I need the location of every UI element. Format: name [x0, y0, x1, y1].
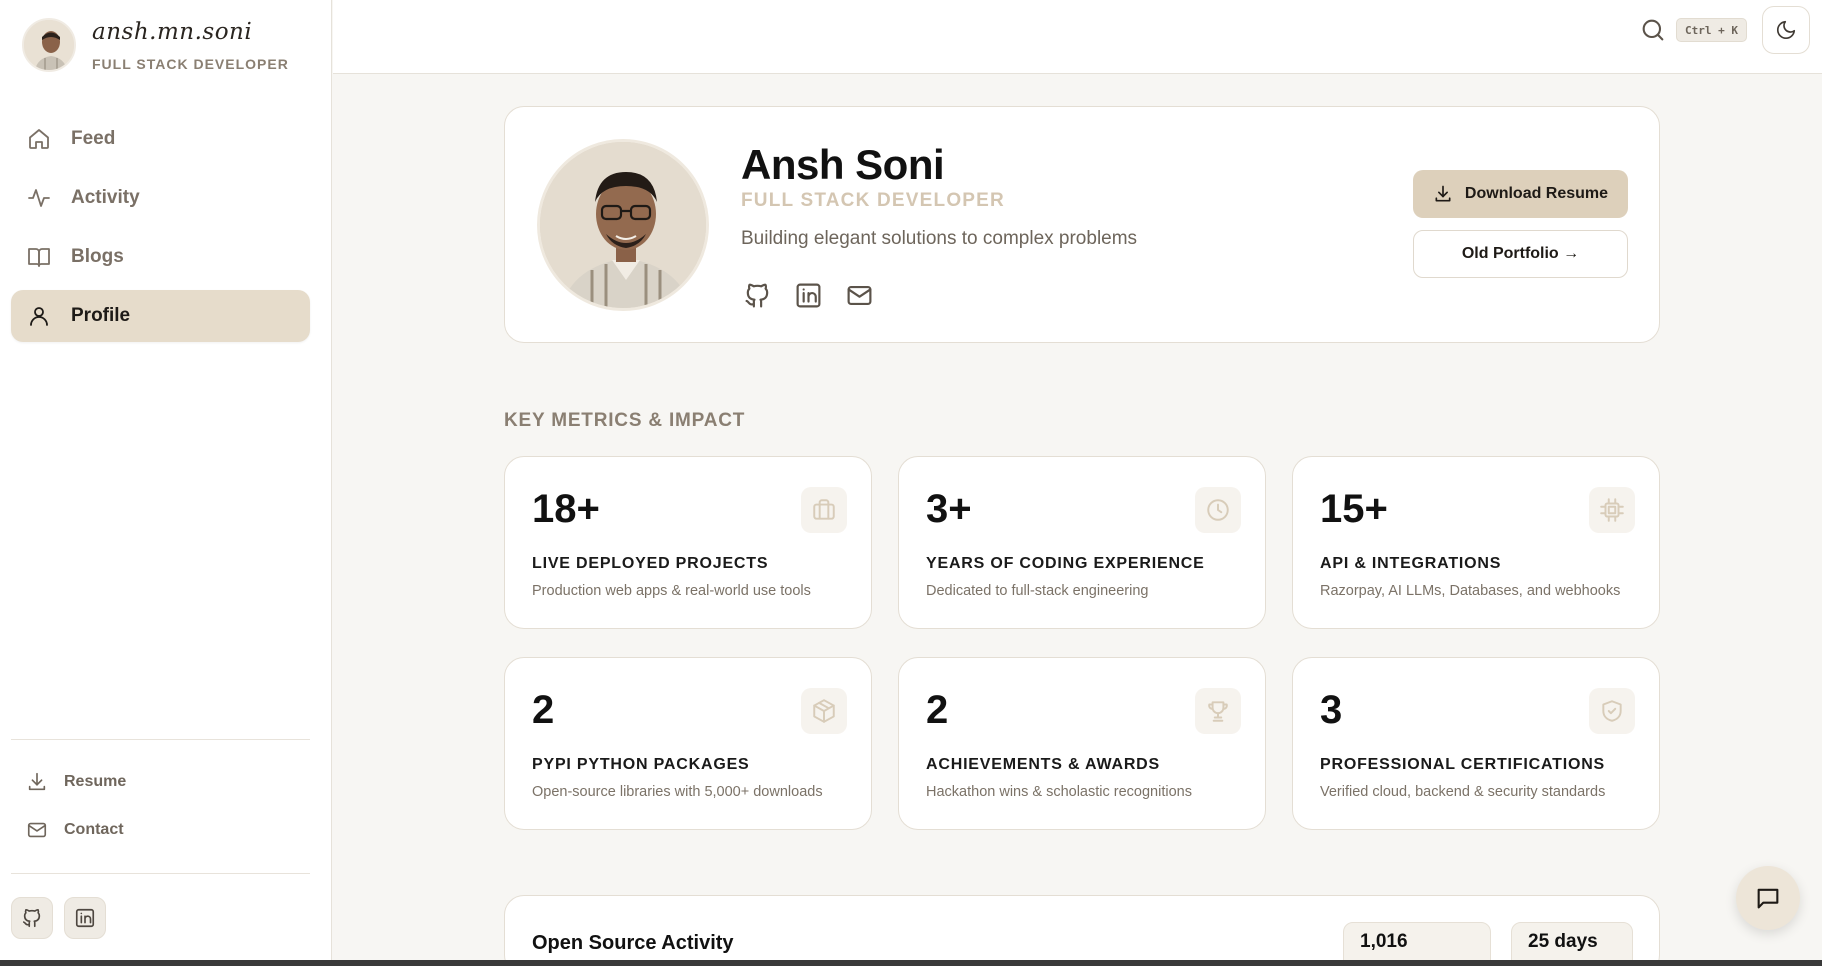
chip-icon — [1589, 487, 1635, 533]
metric-card: 15+ API & INTEGRATIONS Razorpay, AI LLMs… — [1292, 456, 1660, 629]
profile-card: Ansh Soni FULL STACK DEVELOPER Building … — [504, 106, 1660, 343]
linkedin-icon — [75, 908, 95, 928]
linkedin-icon[interactable] — [794, 281, 823, 310]
theme-toggle-button[interactable] — [1762, 6, 1810, 54]
mail-icon[interactable] — [845, 281, 874, 310]
metric-value: 15+ — [1320, 487, 1388, 531]
metric-title: PROFESSIONAL CERTIFICATIONS — [1320, 756, 1606, 773]
profile-role: FULL STACK DEVELOPER — [741, 190, 1005, 211]
profile-name: Ansh Soni — [741, 141, 945, 188]
divider — [11, 739, 310, 740]
metric-title: LIVE DEPLOYED PROJECTS — [532, 555, 769, 572]
metric-value: 3 — [1320, 688, 1343, 732]
resume-link[interactable]: Resume — [26, 771, 306, 793]
book-icon — [28, 248, 50, 267]
metric-description: Verified cloud, backend & security stand… — [1320, 784, 1606, 800]
moon-icon — [1776, 20, 1796, 40]
trophy-icon — [1195, 688, 1241, 734]
download-resume-button[interactable]: Download Resume — [1413, 170, 1628, 218]
linkedin-button[interactable] — [64, 897, 106, 939]
metrics-section-title: KEY METRICS & IMPACT — [504, 410, 746, 431]
download-icon — [28, 772, 46, 791]
package-icon — [801, 688, 847, 734]
download-icon — [1435, 185, 1451, 202]
user-icon — [30, 307, 48, 326]
open-source-card: Open Source Activity 1,016 25 days — [504, 895, 1660, 966]
sidebar-social — [11, 897, 106, 939]
divider — [11, 873, 310, 874]
metric-description: Razorpay, AI LLMs, Databases, and webhoo… — [1320, 583, 1621, 599]
sidebar: ansh.mn.soni FULL STACK DEVELOPER Feed A… — [0, 0, 332, 960]
clock-icon — [1195, 487, 1241, 533]
github-button[interactable] — [11, 897, 53, 939]
mail-icon — [27, 822, 47, 838]
window-bottom-edge — [0, 960, 1822, 966]
metric-title: API & INTEGRATIONS — [1320, 555, 1502, 572]
metric-title: PYPI PYTHON PACKAGES — [532, 756, 750, 773]
activity-icon — [28, 189, 50, 207]
metric-description: Open-source libraries with 5,000+ downlo… — [532, 784, 823, 800]
open-source-title: Open Source Activity — [532, 932, 734, 954]
metric-description: Hackathon wins & scholastic recognitions — [926, 784, 1192, 800]
resume-label: Resume — [64, 773, 127, 790]
avatar — [22, 18, 76, 72]
sidebar-item-label: Feed — [71, 128, 116, 149]
metric-value: 2 — [926, 688, 949, 732]
sidebar-item-feed[interactable]: Feed — [11, 113, 310, 165]
download-resume-label: Download Resume — [1464, 185, 1609, 202]
profile-socials — [743, 281, 874, 310]
metric-value: 18+ — [532, 487, 600, 531]
metric-value: 3+ — [926, 487, 972, 531]
sidebar-item-label: Activity — [71, 187, 140, 208]
contact-label: Contact — [64, 821, 124, 838]
search-shortcut: Ctrl + K — [1676, 18, 1747, 42]
old-portfolio-label: Old Portfolio → — [1461, 245, 1580, 262]
search-icon[interactable] — [1639, 16, 1667, 44]
metric-card: 18+ LIVE DEPLOYED PROJECTS Production we… — [504, 456, 872, 629]
github-icon[interactable] — [743, 281, 772, 310]
github-icon — [22, 908, 41, 928]
metric-title: ACHIEVEMENTS & AWARDS — [926, 756, 1161, 773]
metric-card: 3+ YEARS OF CODING EXPERIENCE Dedicated … — [898, 456, 1266, 629]
briefcase-icon — [801, 487, 847, 533]
contact-link[interactable]: Contact — [26, 819, 306, 841]
sidebar-item-label: Blogs — [71, 246, 124, 267]
metric-description: Production web apps & real-world use too… — [532, 583, 811, 599]
sidebar-item-blogs[interactable]: Blogs — [11, 231, 310, 283]
shield-check-icon — [1589, 688, 1635, 734]
profile-photo — [537, 139, 709, 311]
chat-button[interactable] — [1736, 866, 1800, 930]
sidebar-nav: Feed Activity Blogs Profile — [11, 113, 310, 349]
brand-role: FULL STACK DEVELOPER — [92, 56, 289, 72]
metric-card: 3 PROFESSIONAL CERTIFICATIONS Verified c… — [1292, 657, 1660, 830]
old-portfolio-button[interactable]: Old Portfolio → — [1413, 230, 1628, 278]
top-bar: Ctrl + K — [333, 0, 1822, 74]
sidebar-item-profile[interactable]: Profile — [11, 290, 310, 342]
sidebar-item-activity[interactable]: Activity — [11, 172, 310, 224]
metric-card: 2 ACHIEVEMENTS & AWARDS Hackathon wins &… — [898, 657, 1266, 830]
profile-tagline: Building elegant solutions to complex pr… — [741, 228, 1138, 249]
metric-value: 2 — [532, 688, 555, 732]
sidebar-item-label: Profile — [71, 305, 131, 326]
brand-handle: ansh.mn.soni — [92, 19, 253, 45]
metric-card: 2 PYPI PYTHON PACKAGES Open-source libra… — [504, 657, 872, 830]
metric-description: Dedicated to full-stack engineering — [926, 583, 1149, 599]
home-icon — [29, 129, 49, 149]
brand[interactable]: ansh.mn.soni FULL STACK DEVELOPER — [22, 18, 289, 72]
chat-icon — [1757, 888, 1779, 909]
metric-title: YEARS OF CODING EXPERIENCE — [926, 555, 1205, 572]
